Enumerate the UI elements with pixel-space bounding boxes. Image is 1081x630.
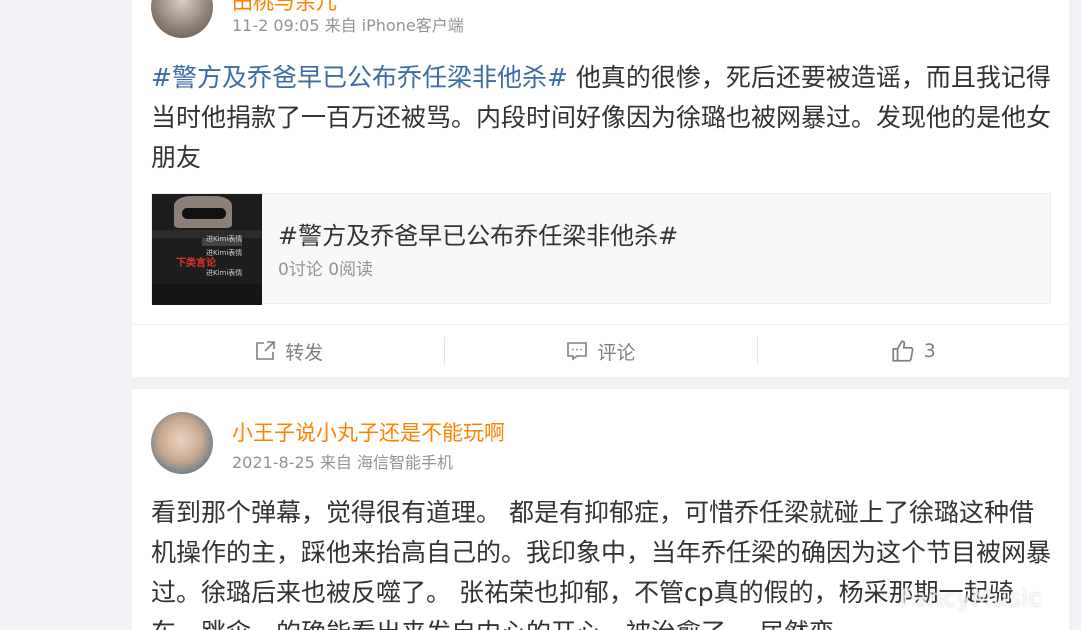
post-meta: 11-2 09:05 来自 iPhone客户端 — [232, 16, 464, 35]
action-bar: 转发 评论 3 — [132, 324, 1069, 377]
topic-thumbnail: 进Kimi表情 进Kimi表情 进Kimi表情 下类言论 — [152, 194, 262, 305]
watermark: FancyMusic — [900, 584, 1043, 612]
hashtag-link[interactable]: #警方及乔爸早已公布乔任梁非他杀# — [151, 63, 568, 92]
post-card: 田桃与余儿 11-2 09:05 来自 iPhone客户端 #警方及乔爸早已公布… — [132, 0, 1069, 377]
post-meta: 2021-8-25 来自 海信智能手机 — [232, 453, 453, 472]
thumb-text: 进Kimi表情 — [206, 235, 243, 243]
repost-button[interactable]: 转发 — [132, 325, 444, 377]
share-box-icon — [256, 341, 275, 360]
comment-bubble-icon — [567, 342, 588, 361]
avatar[interactable] — [151, 0, 213, 38]
comment-button[interactable]: 评论 — [444, 325, 756, 377]
repost-label: 转发 — [285, 341, 324, 364]
username[interactable]: 小王子说小丸子还是不能玩啊 — [232, 417, 505, 447]
post-text: #警方及乔爸早已公布乔任梁非他杀# 他真的很惨，死后还要被造谣，而且我记得当时他… — [151, 58, 1051, 178]
topic-title[interactable]: #警方及乔爸早已公布乔任梁非他杀# — [278, 216, 678, 251]
thumbs-up-icon — [892, 340, 914, 362]
thumb-red-text: 下类言论 — [176, 258, 216, 269]
topic-stats: 0讨论 0阅读 — [278, 260, 374, 280]
avatar[interactable] — [151, 412, 213, 474]
comment-label: 评论 — [597, 341, 636, 364]
thumb-text: 进Kimi表情 — [206, 269, 243, 277]
like-count: 3 — [923, 340, 936, 362]
topic-card[interactable]: 进Kimi表情 进Kimi表情 进Kimi表情 下类言论 #警方及乔爸早已公布乔… — [151, 193, 1051, 305]
like-button[interactable]: 3 — [756, 325, 1069, 377]
